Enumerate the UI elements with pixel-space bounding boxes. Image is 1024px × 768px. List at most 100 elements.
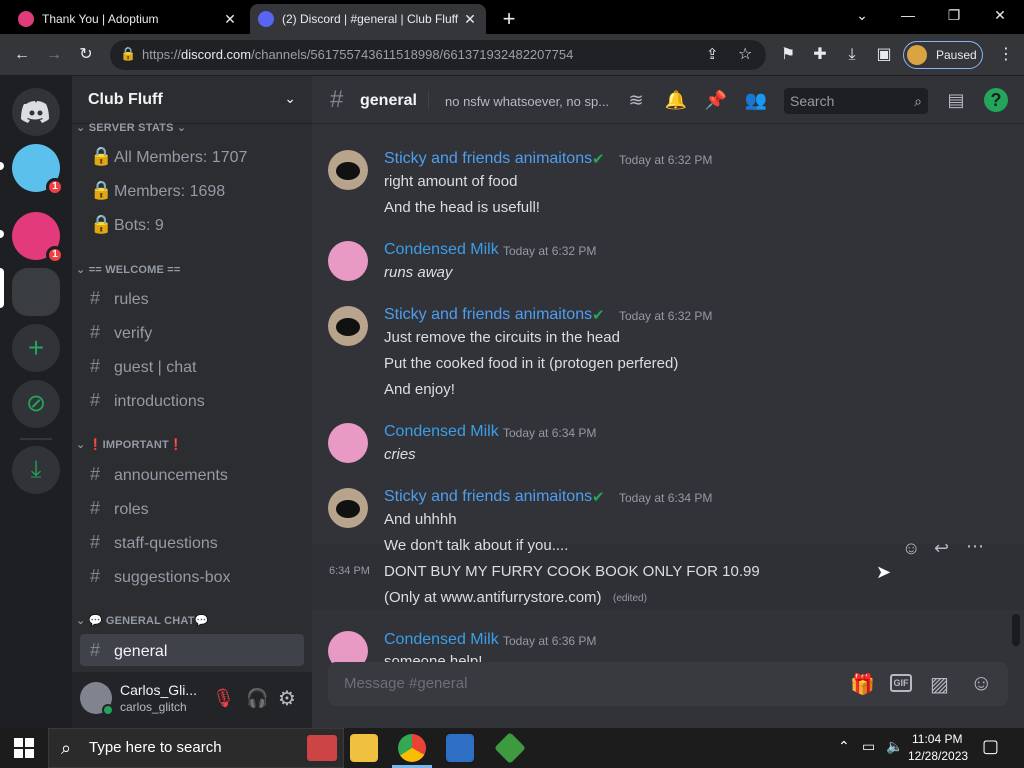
side-panel-icon[interactable]: ▣ — [872, 43, 896, 67]
avatar[interactable] — [328, 423, 368, 463]
emoji-icon[interactable]: ☺ — [970, 670, 992, 696]
category-general-chat[interactable]: ⌄ 💬 GENERAL CHAT💬 — [76, 614, 209, 627]
add-reaction-icon[interactable]: ☺ — [902, 538, 920, 559]
server-icon-blue[interactable]: 1 — [12, 144, 64, 196]
clock-date[interactable]: 12/28/2023 — [908, 749, 968, 763]
close-window-button[interactable]: ✕ — [980, 4, 1020, 26]
server-icon-film[interactable]: 1 — [12, 212, 64, 264]
user-display-name[interactable]: Carlos_Gli... — [120, 682, 197, 698]
notifications-icon[interactable]: ▢ — [982, 736, 999, 757]
address-bar[interactable]: 🔒 https://discord.com/channels/561755743… — [110, 40, 766, 70]
channel-verify[interactable]: # verify — [80, 316, 304, 348]
computer-app-icon[interactable] — [446, 734, 474, 762]
category-welcome[interactable]: ⌄ == WELCOME == — [76, 263, 181, 276]
message-author[interactable]: Condensed Milk — [384, 423, 499, 441]
new-tab-button[interactable]: + — [498, 6, 520, 32]
channel-announcements[interactable]: # announcements — [80, 458, 304, 490]
close-tab-icon[interactable]: ✕ — [222, 11, 238, 28]
mention-badge: 1 — [46, 178, 64, 196]
minimize-button[interactable]: — — [888, 4, 928, 26]
more-options-icon[interactable]: ⋯ — [966, 536, 984, 557]
threads-icon[interactable]: ≋ — [624, 88, 648, 112]
maximize-button[interactable]: ❐ — [934, 4, 974, 26]
file-explorer-icon[interactable] — [350, 734, 378, 762]
channel-guest-chat[interactable]: # guest | chat — [80, 350, 304, 382]
chrome-taskbar-icon[interactable] — [398, 734, 426, 762]
message-line: right amount of food — [384, 173, 518, 190]
volume-muted-icon[interactable]: 🔈 — [886, 738, 903, 755]
channel-general[interactable]: # general — [80, 634, 304, 666]
tab-search-icon[interactable]: ⌄ — [842, 4, 882, 26]
channel-roles[interactable]: # roles — [80, 492, 304, 524]
message-author[interactable]: Condensed Milk — [384, 241, 499, 259]
tray-chevron-up-icon[interactable]: ⌃ — [838, 738, 850, 755]
bookmark-star-icon[interactable]: ☆ — [738, 44, 752, 64]
windows-start-icon[interactable] — [14, 738, 34, 758]
back-arrow-icon[interactable]: ← — [10, 43, 34, 67]
sticker-icon[interactable]: ▨ — [930, 672, 949, 697]
message-author[interactable]: Sticky and friends animaitons — [384, 488, 592, 506]
message-line: And enjoy! — [384, 381, 455, 398]
download-icon[interactable]: ⤓ — [840, 43, 864, 67]
inbox-icon[interactable]: ▤ — [944, 88, 968, 112]
headphones-icon[interactable]: 🎧 — [246, 688, 268, 709]
channel-introductions[interactable]: # introductions — [80, 384, 304, 416]
taskbar-search-input[interactable]: ⌕ Type here to search — [48, 728, 344, 768]
game-app-icon[interactable] — [494, 732, 526, 764]
member-list-icon[interactable]: 👥 — [744, 88, 768, 112]
lock-icon[interactable]: 🔒 — [120, 46, 136, 62]
avatar[interactable] — [328, 241, 368, 281]
reload-icon[interactable]: ↻ — [74, 43, 98, 67]
scrollbar-thumb[interactable] — [1012, 614, 1020, 646]
browser-tab-adoptium[interactable]: Thank You | Adoptium ✕ — [10, 4, 246, 34]
channel-label: roles — [114, 501, 149, 518]
message-composer[interactable]: Message #general 🎁 GIF ▨ ☺ — [328, 662, 1008, 706]
channel-suggestions-box[interactable]: # suggestions-box — [80, 560, 304, 592]
message-author[interactable]: Sticky and friends animaitons — [384, 150, 592, 168]
share-icon[interactable]: ⇪ — [706, 45, 719, 63]
channel-members[interactable]: 🔒Members: 1698 — [80, 174, 304, 206]
search-input[interactable]: Search ⌕ — [784, 88, 928, 114]
pinned-messages-icon[interactable]: 📌 — [704, 88, 728, 112]
download-apps-icon[interactable]: ⤓ — [12, 446, 60, 494]
flag-extension-icon[interactable]: ⚑ — [776, 43, 800, 67]
mute-microphone-icon[interactable]: 🎙 — [212, 688, 235, 709]
search-icon: ⌕ — [61, 738, 72, 758]
discord-home-button[interactable] — [12, 88, 60, 136]
forward-arrow-icon[interactable]: → — [42, 43, 66, 67]
clock-time[interactable]: 11:04 PM — [912, 732, 962, 746]
search-icon: ⌕ — [914, 93, 922, 109]
channel-topic[interactable]: no nsfw whatsoever, no sp... — [445, 94, 609, 109]
browser-tab-discord[interactable]: (2) Discord | #general | Club Fluff ✕ — [250, 4, 486, 34]
avatar[interactable] — [328, 306, 368, 346]
server-header[interactable]: Club Fluff ⌄ — [72, 76, 312, 124]
channel-staff-questions[interactable]: # staff-questions — [80, 526, 304, 558]
notification-bell-icon[interactable]: 🔔 — [664, 88, 688, 112]
reply-arrow-icon[interactable]: ↩ — [934, 538, 949, 559]
settings-gear-icon[interactable]: ⚙ — [278, 686, 296, 711]
explore-compass-icon[interactable]: ⊘ — [12, 380, 60, 428]
channel-bots[interactable]: 🔒Bots: 9 — [80, 208, 304, 240]
channel-all-members[interactable]: 🔒All Members: 1707 — [80, 140, 304, 172]
gift-icon[interactable]: 🎁 — [850, 672, 875, 697]
server-icon-club-fluff[interactable] — [12, 268, 60, 316]
close-tab-icon[interactable]: ✕ — [462, 11, 478, 28]
help-icon[interactable]: ? — [984, 88, 1008, 112]
extensions-puzzle-icon[interactable]: ✚ — [808, 43, 832, 67]
message-line: DONT BUY MY FURRY COOK BOOK ONLY FOR 10.… — [384, 563, 760, 580]
chrome-menu-icon[interactable]: ⋮ — [994, 43, 1018, 67]
network-icon[interactable]: ▭ — [862, 738, 875, 755]
avatar[interactable] — [328, 150, 368, 190]
gif-icon[interactable]: GIF — [890, 674, 912, 692]
category-server-stats[interactable]: ⌄ SERVER STATS ⌄ — [76, 121, 186, 134]
message-author[interactable]: Condensed Milk — [384, 631, 499, 649]
category-important[interactable]: ⌄ ❗IMPORTANT❗ — [76, 438, 183, 451]
windows-taskbar: ⌕ Type here to search ⌃ ▭ 🔈 11:04 PM 12/… — [0, 728, 1024, 768]
add-server-icon[interactable]: + — [12, 324, 60, 372]
channel-rules[interactable]: # rules — [80, 282, 304, 314]
message-author[interactable]: Sticky and friends animaitons — [384, 306, 592, 324]
discord-logo-icon — [21, 101, 49, 123]
verified-badge-icon: ✔ — [592, 151, 605, 168]
avatar[interactable] — [328, 488, 368, 528]
profile-button[interactable]: Paused — [903, 41, 983, 69]
